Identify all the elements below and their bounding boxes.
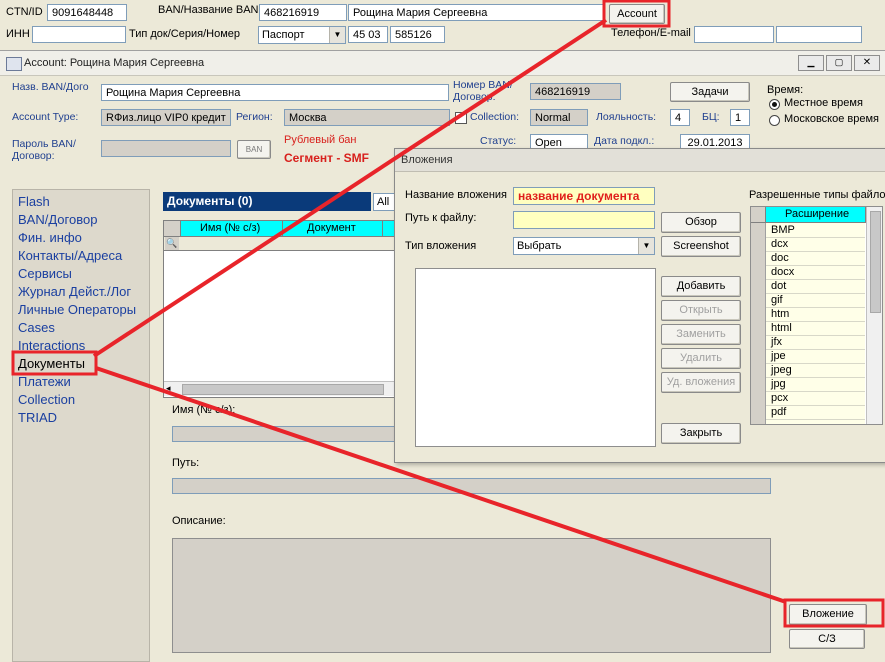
arrow-line-to-attach xyxy=(95,366,787,604)
highlight-attach-box xyxy=(783,598,885,628)
highlight-documents-box xyxy=(11,350,98,376)
arrow-line-to-account xyxy=(92,18,608,358)
highlight-account-box xyxy=(602,0,671,28)
annotation-overlay xyxy=(11,0,885,628)
